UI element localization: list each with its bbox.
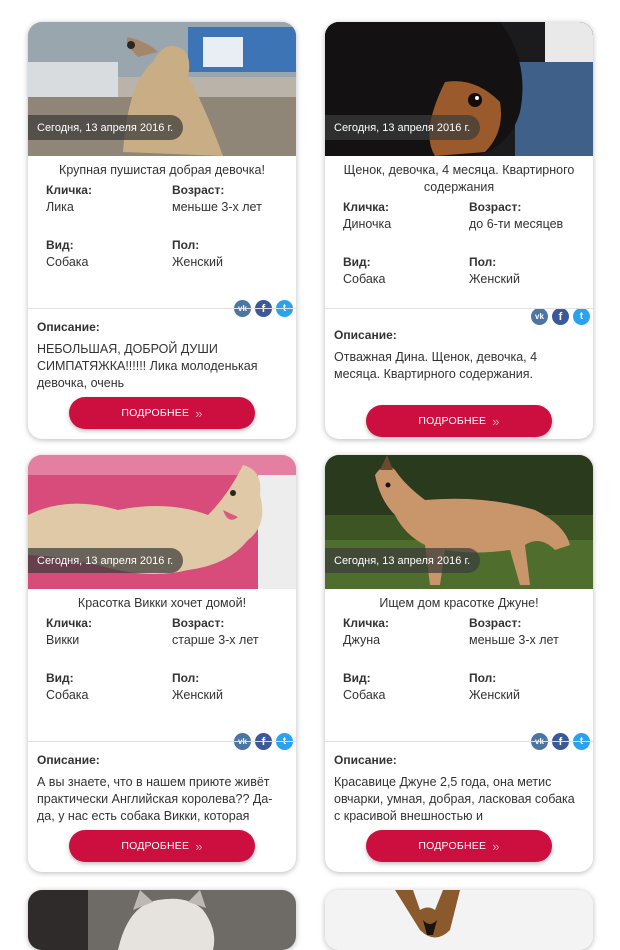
name-field: Кличка: Викки xyxy=(46,615,172,664)
name-label: Кличка: xyxy=(343,616,389,630)
pet-headline: Крупная пушистая добрая девочка! xyxy=(59,163,265,177)
pet-card[interactable] xyxy=(28,890,296,950)
chevron-right-icon: » xyxy=(492,413,500,429)
share-buttons: vk f t xyxy=(531,308,590,325)
sex-label: Пол: xyxy=(469,671,497,685)
more-button[interactable]: ПОДРОБНЕЕ » xyxy=(366,830,552,862)
description-text: Красавице Джуне 2,5 года, она метис овча… xyxy=(334,775,575,823)
type-field: Вид: Собака xyxy=(46,670,172,719)
description: Описание: Отважная Дина. Щенок, девочка,… xyxy=(334,327,581,400)
description: Описание: Красавице Джуне 2,5 года, она … xyxy=(334,752,581,825)
type-value: Собака xyxy=(343,272,386,286)
sex-value: Женский xyxy=(469,272,520,286)
name-value: Джуна xyxy=(343,633,381,647)
divider xyxy=(325,741,593,742)
more-button-label: ПОДРОБНЕЕ xyxy=(418,415,487,427)
date-label: Сегодня, 13 апреля 2016 г. xyxy=(28,115,184,140)
sex-value: Женский xyxy=(172,255,223,269)
description-label: Описание: xyxy=(334,328,397,342)
divider xyxy=(28,741,296,742)
divider xyxy=(325,308,593,309)
name-value: Диночка xyxy=(343,217,392,231)
age-value: меньше 3-х лет xyxy=(469,633,559,647)
pet-photo[interactable]: Сегодня, 13 апреля 2016 г. xyxy=(325,22,593,156)
age-value: до 6-ти месяцев xyxy=(469,217,564,231)
type-label: Вид: xyxy=(46,238,74,252)
sex-label: Пол: xyxy=(172,671,200,685)
type-field: Вид: Собака xyxy=(343,254,469,303)
sex-field: Пол: Женский xyxy=(172,670,292,719)
name-label: Кличка: xyxy=(343,200,389,214)
more-button-label: ПОДРОБНЕЕ xyxy=(121,840,190,852)
pet-card[interactable]: Сегодня, 13 апреля 2016 г. Крупная пушис… xyxy=(28,22,296,439)
sex-field: Пол: Женский xyxy=(469,254,589,303)
age-value: старше 3-х лет xyxy=(172,633,259,647)
type-label: Вид: xyxy=(343,671,371,685)
sex-label: Пол: xyxy=(172,238,200,252)
name-label: Кличка: xyxy=(46,183,92,197)
pet-card[interactable] xyxy=(325,890,593,950)
description-label: Описание: xyxy=(37,320,100,334)
sex-value: Женский xyxy=(469,688,520,702)
pet-card[interactable]: Сегодня, 13 апреля 2016 г. Ищем дом крас… xyxy=(325,455,593,872)
description: Описание: НЕБОЛЬШАЯ, ДОБРОЙ ДУШИ СИМПАТЯ… xyxy=(37,319,284,392)
chevron-right-icon: » xyxy=(492,838,500,854)
sex-label: Пол: xyxy=(469,255,497,269)
sex-field: Пол: Женский xyxy=(469,670,589,719)
name-value: Викки xyxy=(46,633,80,647)
pet-photo[interactable]: Сегодня, 13 апреля 2016 г. xyxy=(28,455,296,589)
divider xyxy=(28,308,296,309)
age-label: Возраст: xyxy=(172,616,225,630)
description-text: А вы знаете, что в нашем приюте живёт пр… xyxy=(37,775,273,823)
type-value: Собака xyxy=(46,255,89,269)
age-label: Возраст: xyxy=(469,616,522,630)
pet-photo[interactable]: Сегодня, 13 апреля 2016 г. xyxy=(28,22,296,156)
date-label: Сегодня, 13 апреля 2016 г. xyxy=(28,548,184,573)
vk-icon[interactable]: vk xyxy=(531,308,548,325)
more-button[interactable]: ПОДРОБНЕЕ » xyxy=(69,830,255,862)
description: Описание: А вы знаете, что в нашем приют… xyxy=(37,752,284,825)
more-button[interactable]: ПОДРОБНЕЕ » xyxy=(69,397,255,429)
date-label: Сегодня, 13 апреля 2016 г. xyxy=(325,115,481,140)
type-field: Вид: Собака xyxy=(46,237,172,286)
pet-photo[interactable] xyxy=(28,890,296,950)
description-text: НЕБОЛЬШАЯ, ДОБРОЙ ДУШИ СИМПАТЯЖКА!!!!!! … xyxy=(37,342,258,390)
sex-value: Женский xyxy=(172,688,223,702)
age-label: Возраст: xyxy=(172,183,225,197)
age-field: Возраст: меньше 3-х лет xyxy=(469,615,589,664)
type-field: Вид: Собака xyxy=(343,670,469,719)
more-button-label: ПОДРОБНЕЕ xyxy=(121,407,190,419)
pet-photo[interactable] xyxy=(325,890,593,950)
pet-headline: Щенок, девочка, 4 месяца. Квартирного со… xyxy=(343,163,575,194)
name-field: Кличка: Диночка xyxy=(343,199,469,248)
name-field: Кличка: Джуна xyxy=(343,615,469,664)
date-label: Сегодня, 13 апреля 2016 г. xyxy=(325,548,481,573)
name-field: Кличка: Лика xyxy=(46,182,172,231)
age-label: Возраст: xyxy=(469,200,522,214)
age-value: меньше 3-х лет xyxy=(172,200,262,214)
age-field: Возраст: меньше 3-х лет xyxy=(172,182,292,231)
name-label: Кличка: xyxy=(46,616,92,630)
type-value: Собака xyxy=(343,688,386,702)
age-field: Возраст: старше 3-х лет xyxy=(172,615,292,664)
pet-card[interactable]: Сегодня, 13 апреля 2016 г. Красотка Викк… xyxy=(28,455,296,872)
pet-photo[interactable]: Сегодня, 13 апреля 2016 г. xyxy=(325,455,593,589)
chevron-right-icon: » xyxy=(195,838,203,854)
type-label: Вид: xyxy=(46,671,74,685)
chevron-right-icon: » xyxy=(195,405,203,421)
age-field: Возраст: до 6-ти месяцев xyxy=(469,199,589,248)
facebook-icon[interactable]: f xyxy=(552,308,569,325)
pet-card[interactable]: Сегодня, 13 апреля 2016 г. Щенок, девочк… xyxy=(325,22,593,439)
name-value: Лика xyxy=(46,200,74,214)
twitter-icon[interactable]: t xyxy=(573,308,590,325)
sex-field: Пол: Женский xyxy=(172,237,292,286)
type-label: Вид: xyxy=(343,255,371,269)
description-label: Описание: xyxy=(37,753,100,767)
description-text: Отважная Дина. Щенок, девочка, 4 месяца.… xyxy=(334,350,538,381)
type-value: Собака xyxy=(46,688,89,702)
description-label: Описание: xyxy=(334,753,397,767)
more-button[interactable]: ПОДРОБНЕЕ » xyxy=(366,405,552,437)
more-button-label: ПОДРОБНЕЕ xyxy=(418,840,487,852)
